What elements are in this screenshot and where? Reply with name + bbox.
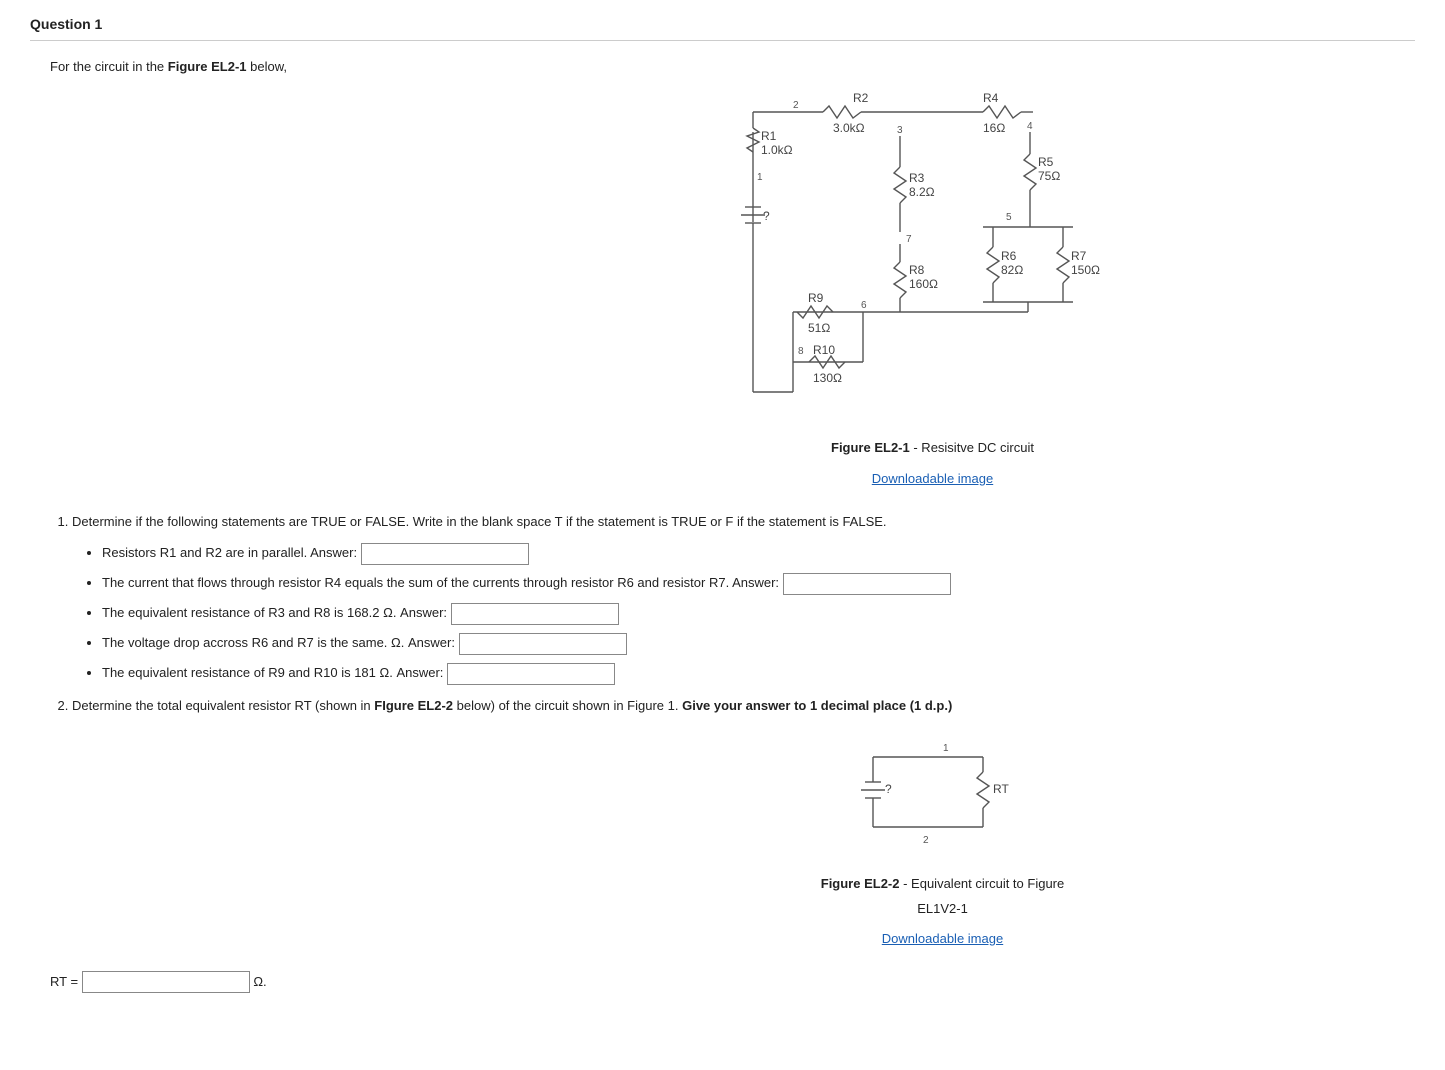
figure-1-caption: Figure EL2-1 - Resisitve DC circuit [733,436,1133,461]
node-1: 1 [757,172,763,183]
r2-label: R2 [853,92,869,105]
r3-value: 8.2Ω [909,185,935,199]
r9-label: R9 [808,291,824,305]
tf-item-3: The equivalent resistance of R3 and R8 i… [102,600,1415,626]
fig2-src: ? [885,782,892,796]
figure-2-download-link[interactable]: Downloadable image [882,931,1003,946]
tf-input-1[interactable] [361,543,529,565]
figure-2: ? 1 RT 2 Figure EL2-2 - Equivalent circu… [393,727,1073,952]
intro-post: below, [250,59,287,74]
intro-fig-ref: Figure EL2-1 [168,59,247,74]
r7-value: 150Ω [1071,263,1100,277]
question-body: For the circuit in the Figure EL2-1 belo… [30,55,1415,995]
r1-value: 1.0kΩ [761,143,793,157]
r7-label: R7 [1071,249,1087,263]
tf-input-5[interactable] [447,663,615,685]
tf-text-3: The equivalent resistance of R3 and R8 i… [102,605,447,620]
rt-label: RT = [50,974,78,989]
figure-1-download-link[interactable]: Downloadable image [872,471,993,486]
tf-list: Resistors R1 and R2 are in parallel. Ans… [72,540,1415,686]
part-1-prompt: Determine if the following statements ar… [72,514,887,529]
question-header: Question 1 [30,10,1415,41]
rt-input[interactable] [82,971,250,993]
tf-text-2: The current that flows through resistor … [102,575,779,590]
tf-text-1: Resistors R1 and R2 are in parallel. Ans… [102,545,357,560]
fig2-n2: 2 [923,835,929,846]
r4-label: R4 [983,92,999,105]
intro-pre: For the circuit in the [50,59,168,74]
tf-input-2[interactable] [783,573,951,595]
tf-input-4[interactable] [459,633,627,655]
r6-label: R6 [1001,249,1017,263]
intro-text: For the circuit in the Figure EL2-1 belo… [50,55,1415,80]
fig2-n1: 1 [943,743,949,754]
node-2: 2 [793,100,799,111]
node-3: 3 [897,125,903,136]
rt-unit: Ω. [253,974,266,989]
fig1-caption-bold: Figure EL2-1 [831,440,910,455]
figure-1-wrap: ? R1 1.0kΩ 1 2 R2 3.0kΩ [50,92,1415,492]
rt-answer-line: RT = Ω. [50,970,1415,995]
tf-item-1: Resistors R1 and R2 are in parallel. Ans… [102,540,1415,566]
tf-text-4: The voltage drop accross R6 and R7 is th… [102,635,455,650]
fig2-caption-rest: - Equivalent circuit to Figure EL1V2-1 [900,876,1065,916]
circuit-2-svg: ? 1 RT 2 [813,727,1073,857]
tf-text-5: The equivalent resistance of R9 and R10 … [102,665,443,680]
tf-item-4: The voltage drop accross R6 and R7 is th… [102,630,1415,656]
r8-value: 160Ω [909,277,938,291]
part-2-pre: Determine the total equivalent resistor … [72,698,374,713]
figure-2-wrap: ? 1 RT 2 Figure EL2-2 - Equivalent circu… [50,727,1415,952]
node-8: 8 [798,346,804,357]
node-5: 5 [1006,212,1012,223]
r5-value: 75Ω [1038,169,1060,183]
part-2-mid: below) of the circuit shown in Figure 1. [457,698,682,713]
r2-value: 3.0kΩ [833,121,865,135]
circuit-1-svg: ? R1 1.0kΩ 1 2 R2 3.0kΩ [733,92,1133,422]
r3-label: R3 [909,171,925,185]
fig1-caption-rest: - Resisitve DC circuit [910,440,1034,455]
figure-2-caption: Figure EL2-2 - Equivalent circuit to Fig… [813,872,1073,921]
r6-value: 82Ω [1001,263,1023,277]
src-label: ? [763,209,770,223]
node-4: 4 [1027,121,1033,132]
r10-label: R10 [813,343,835,357]
fig2-caption-bold: Figure EL2-2 [821,876,900,891]
figure-1: ? R1 1.0kΩ 1 2 R2 3.0kΩ [333,92,1133,492]
r8-label: R8 [909,263,925,277]
part-2-figref: FIgure EL2-2 [374,698,453,713]
r5-label: R5 [1038,155,1054,169]
tf-item-2: The current that flows through resistor … [102,570,1415,596]
part-2: Determine the total equivalent resistor … [72,694,1415,719]
r1-label: R1 [761,129,777,143]
tf-item-5: The equivalent resistance of R9 and R10 … [102,660,1415,686]
fig2-rt: RT [993,782,1009,796]
node-7: 7 [906,234,912,245]
tf-input-3[interactable] [451,603,619,625]
r10-value: 130Ω [813,371,842,385]
r4-value: 16Ω [983,121,1005,135]
part-2-instr: Give your answer to 1 decimal place (1 d… [682,698,952,713]
r9-value: 51Ω [808,321,830,335]
part-1: Determine if the following statements ar… [72,510,1415,687]
node-6: 6 [861,300,867,311]
